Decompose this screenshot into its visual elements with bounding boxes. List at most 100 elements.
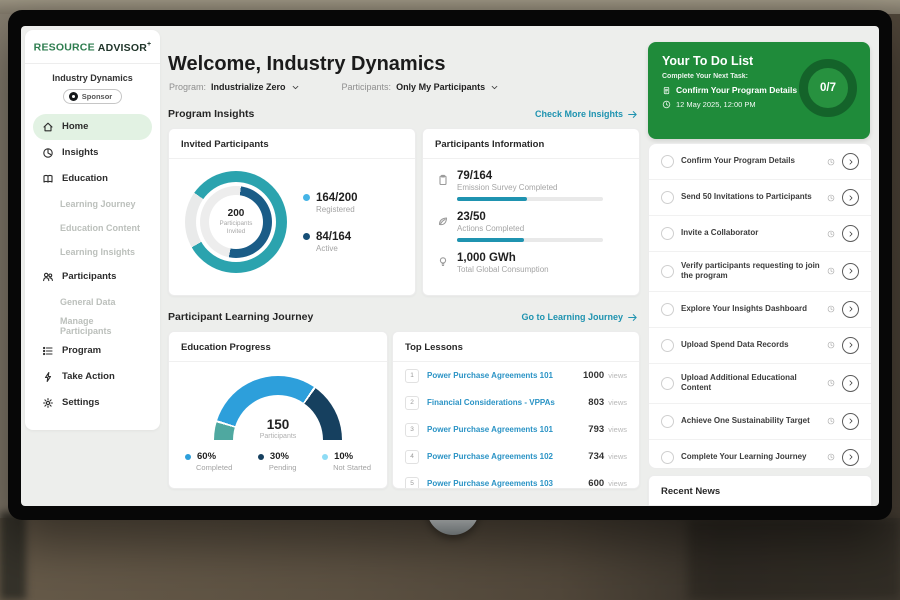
task-open-button[interactable] bbox=[842, 153, 859, 170]
lesson-title-link[interactable]: Power Purchase Agreements 103 bbox=[427, 479, 580, 488]
task-checkbox[interactable] bbox=[661, 303, 674, 316]
lesson-title-link[interactable]: Power Purchase Agreements 101 bbox=[427, 371, 575, 380]
program-filter[interactable]: Program: Industrialize Zero bbox=[169, 82, 300, 92]
sidebar-item-label: Education Content bbox=[60, 223, 140, 233]
sidebar-item[interactable]: Education Content bbox=[33, 216, 152, 240]
clock-icon bbox=[827, 158, 835, 166]
page-title: Welcome, Industry Dynamics bbox=[168, 53, 446, 76]
sidebar-item-label: Learning Journey bbox=[60, 199, 136, 209]
program-icon bbox=[42, 345, 54, 357]
task-open-button[interactable] bbox=[842, 225, 859, 242]
logo-secondary: ADVISOR bbox=[98, 42, 147, 54]
sidebar-item[interactable]: Manage Participants bbox=[33, 314, 152, 338]
clock-icon bbox=[827, 267, 835, 275]
sidebar-item[interactable]: Insights bbox=[33, 140, 152, 166]
legend-value: 10% bbox=[334, 451, 353, 462]
lesson-views-count: 734 bbox=[588, 451, 604, 462]
task-row[interactable]: Upload Spend Data Records bbox=[649, 328, 871, 364]
task-row[interactable]: Confirm Your Program Details bbox=[649, 144, 871, 180]
task-row[interactable]: Explore Your Insights Dashboard bbox=[649, 292, 871, 328]
task-checkbox[interactable] bbox=[661, 451, 674, 464]
recent-news-card: Recent News bbox=[648, 475, 872, 506]
lesson-title-link[interactable]: Power Purchase Agreements 101 bbox=[427, 425, 580, 434]
invited-donut-chart: 200 Participants Invited bbox=[185, 171, 287, 273]
task-checkbox[interactable] bbox=[661, 415, 674, 428]
legend-dot bbox=[303, 233, 310, 240]
education-progress-card: Education Progress 150 Participants 60% … bbox=[168, 331, 388, 489]
lesson-title-link[interactable]: Power Purchase Agreements 102 bbox=[427, 452, 580, 461]
arrow-right-icon bbox=[627, 312, 638, 323]
clock-icon bbox=[662, 100, 671, 109]
sponsor-label: Sponsor bbox=[82, 92, 112, 101]
gauge-center-value: 150 bbox=[267, 418, 290, 432]
legend-item: 10% Not Started bbox=[322, 451, 371, 472]
info-value: 79/164 bbox=[457, 170, 603, 182]
chevron-right-icon bbox=[847, 305, 855, 313]
sidebar-item-label: General Data bbox=[60, 297, 116, 307]
sponsor-badge[interactable]: Sponsor bbox=[63, 89, 122, 104]
sidebar-item-label: Manage Participants bbox=[60, 316, 143, 336]
task-row[interactable]: Send 50 Invitations to Participants bbox=[649, 180, 871, 216]
sidebar-item[interactable]: Learning Journey bbox=[33, 192, 152, 216]
lesson-row: 1 Power Purchase Agreements 101 1000 vie… bbox=[393, 362, 639, 389]
sidebar-item[interactable]: Take Action bbox=[33, 364, 152, 390]
chevron-right-icon bbox=[847, 379, 855, 387]
progress-bar-fill bbox=[457, 238, 524, 242]
sidebar-item[interactable]: General Data bbox=[33, 290, 152, 314]
task-row[interactable]: Achieve One Sustainability Target bbox=[649, 404, 871, 440]
task-checkbox[interactable] bbox=[661, 155, 674, 168]
task-open-button[interactable] bbox=[842, 189, 859, 206]
participants-filter[interactable]: Participants: Only My Participants bbox=[342, 82, 500, 92]
sidebar-item[interactable]: Learning Insights bbox=[33, 240, 152, 264]
todo-progress-value: 0/7 bbox=[820, 82, 836, 94]
task-row[interactable]: Upload Additional Educational Content bbox=[649, 364, 871, 404]
donut-legend: 164/200 Registered 84/164 Active bbox=[303, 192, 358, 253]
card-title: Education Progress bbox=[169, 332, 387, 362]
task-open-button[interactable] bbox=[842, 337, 859, 354]
sidebar-item-label: Take Action bbox=[62, 371, 115, 382]
sidebar-item[interactable]: Education bbox=[33, 166, 152, 192]
legend-dot bbox=[303, 194, 310, 201]
task-label: Confirm Your Program Details bbox=[681, 156, 820, 166]
chevron-right-icon bbox=[847, 267, 855, 275]
settings-icon bbox=[42, 397, 54, 409]
sidebar-item[interactable]: Settings bbox=[33, 390, 152, 416]
task-open-button[interactable] bbox=[842, 301, 859, 318]
lesson-rank: 2 bbox=[405, 396, 419, 410]
take-action-icon bbox=[42, 371, 54, 383]
task-checkbox[interactable] bbox=[661, 191, 674, 204]
task-checkbox[interactable] bbox=[661, 377, 674, 390]
sidebar-item[interactable]: Program bbox=[33, 338, 152, 364]
check-more-insights-link[interactable]: Check More Insights bbox=[535, 109, 638, 120]
go-to-learning-journey-link[interactable]: Go to Learning Journey bbox=[521, 312, 638, 323]
legend-dot bbox=[322, 454, 328, 460]
dashboard-screen: RESOURCEADVISOR+ Industry Dynamics Spons… bbox=[21, 26, 879, 506]
card-title: Participants Information bbox=[423, 129, 639, 159]
task-checkbox[interactable] bbox=[661, 265, 674, 278]
lesson-views-suffix: views bbox=[606, 425, 627, 434]
top-lessons-card: Top Lessons 1 Power Purchase Agreements … bbox=[392, 331, 640, 489]
lesson-row: 2 Financial Considerations - VPPAs 803 v… bbox=[393, 389, 639, 416]
sidebar-item[interactable]: Participants bbox=[33, 264, 152, 290]
task-open-button[interactable] bbox=[842, 449, 859, 466]
lesson-rank: 5 bbox=[405, 477, 419, 490]
chevron-right-icon bbox=[847, 230, 855, 238]
task-open-button[interactable] bbox=[842, 263, 859, 280]
task-checkbox[interactable] bbox=[661, 227, 674, 240]
lesson-row: 3 Power Purchase Agreements 101 793 view… bbox=[393, 416, 639, 443]
lesson-title-link[interactable]: Financial Considerations - VPPAs bbox=[427, 398, 580, 407]
task-row[interactable]: Complete Your Learning Journey bbox=[649, 440, 871, 469]
task-checkbox[interactable] bbox=[661, 339, 674, 352]
legend-item: 164/200 Registered bbox=[303, 192, 358, 214]
task-open-button[interactable] bbox=[842, 413, 859, 430]
task-row[interactable]: Verify participants requesting to join t… bbox=[649, 252, 871, 292]
task-open-button[interactable] bbox=[842, 375, 859, 392]
chevron-right-icon bbox=[847, 158, 855, 166]
lesson-views-count: 803 bbox=[588, 397, 604, 408]
task-label: Upload Spend Data Records bbox=[681, 340, 820, 350]
donut-center-label: Participants Invited bbox=[214, 220, 258, 236]
divider bbox=[25, 63, 160, 64]
sidebar-item[interactable]: Home bbox=[33, 114, 152, 140]
lesson-views-suffix: views bbox=[606, 371, 627, 380]
task-row[interactable]: Invite a Collaborator bbox=[649, 216, 871, 252]
